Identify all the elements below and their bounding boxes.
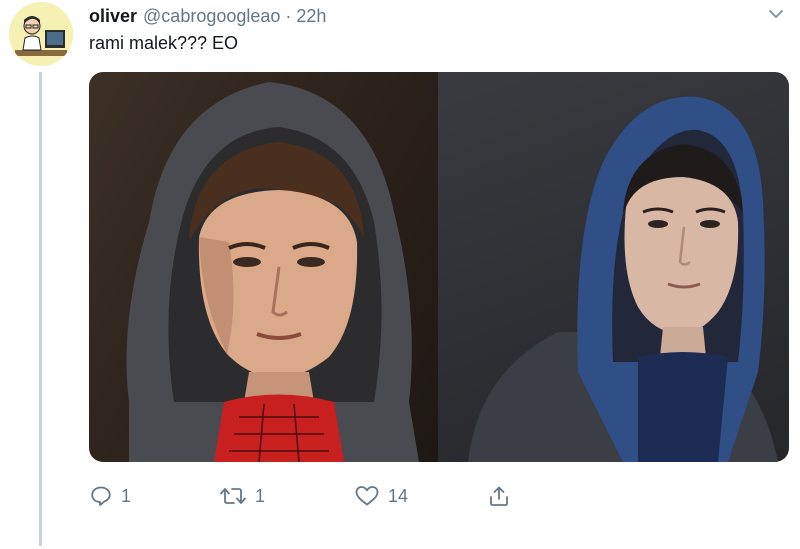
- tweet-timestamp[interactable]: 22h: [296, 6, 326, 27]
- right-photo-illustration: [468, 96, 778, 462]
- tweet-text: rami malek??? EO: [89, 33, 239, 53]
- right-photo[interactable]: [438, 72, 789, 462]
- author-handle[interactable]: @cabrogoogleao: [143, 6, 280, 27]
- like-button[interactable]: 14: [354, 484, 408, 508]
- chevron-down-icon[interactable]: [766, 6, 786, 22]
- avatar[interactable]: [9, 2, 73, 66]
- tweet-header: oliver @cabrogoogleao · 22h: [89, 6, 326, 30]
- left-photo[interactable]: [89, 72, 438, 462]
- retweet-icon: [220, 488, 246, 504]
- retweet-count: 1: [255, 485, 266, 506]
- like-count: 14: [388, 485, 409, 506]
- thread-line: [39, 72, 42, 546]
- tweet-media[interactable]: [89, 72, 789, 462]
- avatar-illustration: [9, 2, 73, 66]
- left-photo-illustration: [126, 82, 419, 462]
- like-icon: [355, 486, 379, 506]
- share-icon: [490, 486, 508, 506]
- retweet-button[interactable]: 1: [219, 484, 265, 508]
- author-name[interactable]: oliver: [89, 6, 137, 27]
- header-separator: ·: [285, 6, 292, 26]
- share-button[interactable]: [487, 484, 511, 508]
- reply-button[interactable]: 1: [89, 484, 131, 508]
- reply-icon: [91, 486, 111, 506]
- reply-count: 1: [121, 485, 132, 506]
